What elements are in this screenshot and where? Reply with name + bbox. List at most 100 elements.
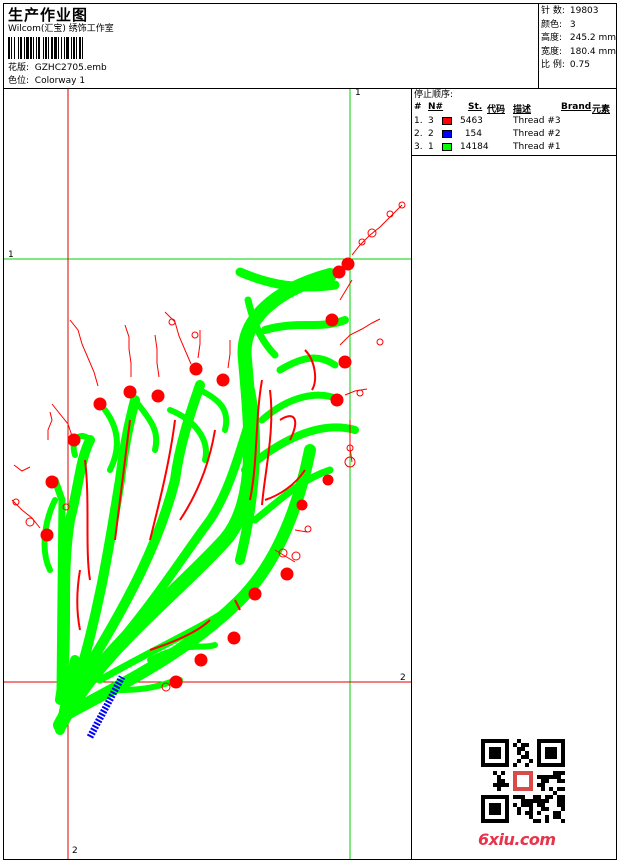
qr-module [561, 795, 565, 799]
qr-module [533, 799, 537, 803]
qr-module [553, 791, 557, 795]
qr-module [533, 795, 537, 799]
qr-module [525, 751, 529, 755]
qr-module [561, 771, 565, 775]
qr-module [549, 775, 553, 779]
blue-stitch-layer [86, 675, 126, 739]
qr-module [557, 775, 561, 779]
qr-module [489, 747, 501, 759]
qr-module [525, 743, 529, 747]
qr-module [517, 751, 521, 755]
qr-module [533, 819, 537, 823]
qr-module [561, 819, 565, 823]
embroidery-design [4, 89, 411, 859]
qr-module [517, 739, 521, 743]
qr-module [489, 803, 501, 815]
qr-module [557, 811, 561, 815]
qr-module [545, 795, 549, 799]
qr-module [545, 819, 549, 823]
qr-module [541, 783, 545, 787]
qr-module [541, 803, 545, 807]
qr-module [545, 747, 557, 759]
qr-module [517, 747, 521, 751]
qr-module [501, 783, 505, 787]
qr-module [541, 787, 545, 791]
qr-module [501, 771, 505, 775]
qr-module [497, 787, 501, 791]
qr-module [537, 775, 541, 779]
qr-module [553, 771, 557, 775]
qr-module [497, 783, 501, 787]
qr-module [541, 799, 545, 803]
qr-module [545, 815, 549, 819]
qr-module [541, 775, 545, 779]
qr-module [521, 799, 525, 803]
guide-label-h1: 1 [8, 250, 14, 260]
qr-module [501, 779, 505, 783]
qr-module [529, 807, 533, 811]
qr-module [529, 815, 533, 819]
qr-module [537, 803, 541, 807]
qr-module [497, 775, 501, 779]
qr-module [545, 779, 549, 783]
qr-module [513, 763, 517, 767]
qr-module [537, 799, 541, 803]
qr-module [521, 747, 525, 751]
qr-module [545, 799, 549, 803]
guide-label-v1: 1 [355, 88, 361, 98]
qr-module [557, 799, 561, 803]
qr-module [525, 803, 529, 807]
qr-module [553, 815, 557, 819]
qr-module [561, 787, 565, 791]
qr-module [549, 787, 553, 791]
qr-module [553, 775, 557, 779]
qr-module [521, 743, 525, 747]
qr-module [537, 783, 541, 787]
qr-module [521, 795, 525, 799]
qr-module [497, 779, 501, 783]
qr-module [541, 779, 545, 783]
qr-module [517, 795, 521, 799]
qr-module [513, 803, 517, 807]
qr-module [557, 803, 561, 807]
qr-module [537, 795, 541, 799]
qr-module [553, 811, 557, 815]
sheet: { "header": { "title": "生产作业图", "subtitl… [0, 0, 620, 860]
qr-module [529, 799, 533, 803]
qr-module [557, 779, 561, 783]
qr-module [505, 783, 509, 787]
qr-module [513, 795, 517, 799]
qr-module [557, 787, 561, 791]
qr-module [517, 775, 529, 787]
qr-module [529, 803, 533, 807]
guide-label-v2: 2 [72, 846, 78, 856]
qr-module [493, 783, 497, 787]
qr-module [561, 779, 565, 783]
qr-module [529, 759, 533, 763]
qr-module [525, 811, 529, 815]
qr-module [557, 815, 561, 819]
qr-code-icon [481, 739, 565, 823]
qr-module [521, 803, 525, 807]
qr-module [493, 771, 497, 775]
qr-module [557, 771, 561, 775]
watermark-brand: 6xiu.com [478, 830, 556, 849]
qr-module [561, 799, 565, 803]
qr-module [525, 799, 529, 803]
qr-module [561, 803, 565, 807]
qr-module [545, 807, 549, 811]
qr-module [513, 743, 517, 747]
qr-module [517, 807, 521, 811]
qr-module [561, 807, 565, 811]
qr-module [517, 811, 521, 815]
qr-module [537, 819, 541, 823]
qr-module [537, 811, 541, 815]
qr-module [525, 763, 529, 767]
qr-module [557, 795, 561, 799]
qr-module [541, 807, 545, 811]
qr-module [521, 755, 525, 759]
qr-module [545, 775, 549, 779]
qr-module [517, 759, 521, 763]
qr-module [525, 755, 529, 759]
qr-module [549, 795, 553, 799]
